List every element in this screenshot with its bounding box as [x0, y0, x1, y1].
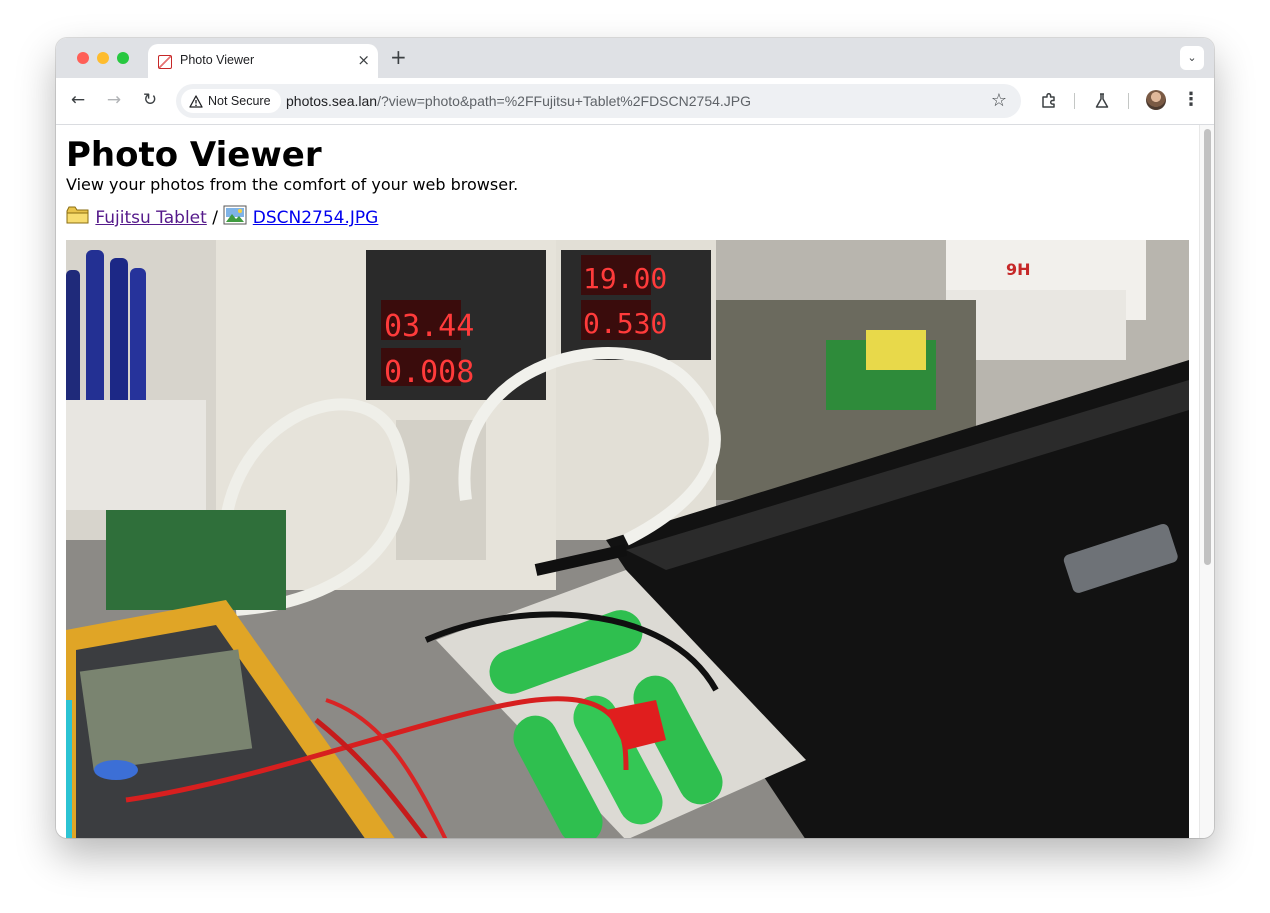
tab-title: Photo Viewer	[180, 53, 255, 67]
svg-text:9H: 9H	[1006, 260, 1031, 279]
page-title: Photo Viewer	[66, 135, 322, 175]
close-window-button[interactable]	[77, 52, 89, 64]
scrollbar-thumb[interactable]	[1204, 129, 1211, 565]
svg-text:03.44: 03.44	[384, 309, 474, 344]
breadcrumb-file-link[interactable]: DSCN2754.JPG	[253, 208, 379, 228]
reload-icon[interactable]: ↻	[139, 89, 161, 111]
url-text[interactable]: photos.sea.lan/?view=photo&path=%2FFujit…	[286, 93, 751, 109]
photo-image: 03.44 0.008 19.00 0.530 9H	[66, 240, 1189, 838]
profile-avatar[interactable]	[1146, 90, 1166, 110]
image-file-icon	[223, 205, 247, 225]
broken-image-favicon-icon	[158, 55, 172, 69]
url-host: photos.sea.lan	[286, 93, 378, 109]
breadcrumb-separator: /	[212, 208, 218, 228]
labs-flask-icon[interactable]	[1092, 91, 1112, 111]
vertical-scrollbar[interactable]	[1199, 125, 1214, 838]
tab-close-icon[interactable]: ×	[357, 52, 370, 68]
address-bar[interactable]: Not Secure photos.sea.lan/?view=photo&pa…	[176, 84, 1021, 118]
toolbar-separator	[1128, 93, 1129, 109]
forward-arrow-icon[interactable]: →	[103, 89, 125, 111]
security-chip-label: Not Secure	[208, 94, 271, 108]
browser-window: Photo Viewer × + ⌄ ← → ↻ Not Secure phot…	[56, 38, 1214, 838]
zoom-window-button[interactable]	[117, 52, 129, 64]
photo[interactable]: 03.44 0.008 19.00 0.530 9H	[66, 240, 1189, 838]
new-tab-button[interactable]: +	[390, 47, 407, 67]
page-subtitle: View your photos from the comfort of you…	[66, 175, 519, 194]
page-content: Photo Viewer View your photos from the c…	[56, 125, 1199, 838]
more-menu-icon[interactable]: ⋮	[1180, 89, 1202, 111]
breadcrumb-folder-link[interactable]: Fujitsu Tablet	[95, 208, 206, 228]
tab-strip: Photo Viewer × + ⌄	[56, 38, 1214, 78]
svg-text:0.530: 0.530	[583, 307, 667, 340]
folder-icon	[66, 206, 89, 224]
breadcrumb: Fujitsu Tablet / DSCN2754.JPG	[66, 205, 378, 230]
toolbar-separator	[1074, 93, 1075, 109]
bookmark-star-icon[interactable]: ☆	[991, 90, 1007, 111]
svg-text:0.008: 0.008	[384, 355, 474, 390]
extensions-puzzle-icon[interactable]	[1039, 91, 1059, 111]
warning-triangle-icon	[189, 94, 203, 108]
minimize-window-button[interactable]	[97, 52, 109, 64]
tab-search-chevron-icon[interactable]: ⌄	[1180, 46, 1204, 70]
tab-photo-viewer[interactable]: Photo Viewer ×	[148, 44, 378, 78]
svg-text:19.00: 19.00	[583, 262, 667, 295]
browser-toolbar: ← → ↻ Not Secure photos.sea.lan/?view=ph…	[56, 78, 1214, 125]
url-path: /?view=photo&path=%2FFujitsu+Tablet%2FDS…	[377, 93, 752, 109]
security-chip[interactable]: Not Secure	[181, 89, 281, 113]
back-arrow-icon[interactable]: ←	[67, 89, 89, 111]
